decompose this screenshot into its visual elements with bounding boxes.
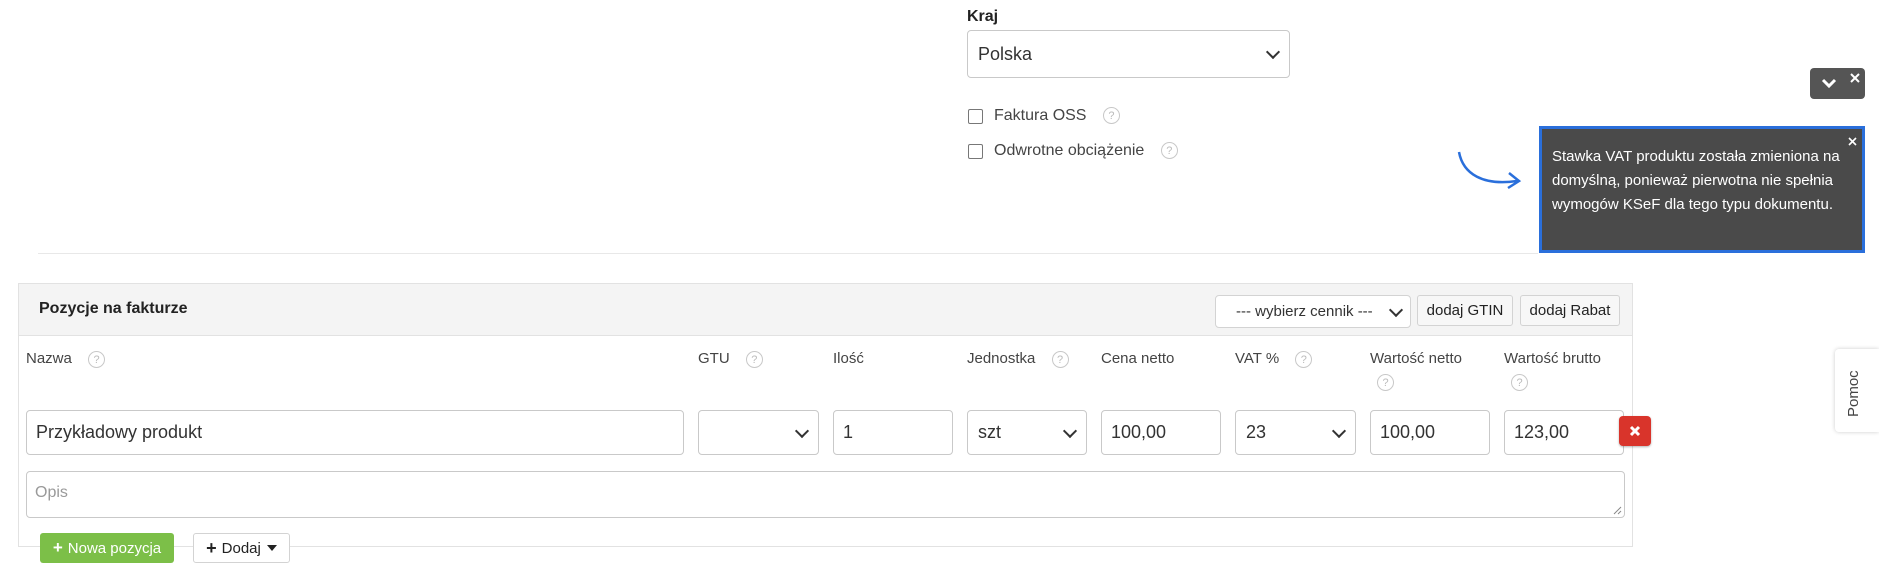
col-unit-header: Jednostka ? bbox=[967, 350, 1069, 368]
question-circle-icon[interactable]: ? bbox=[1051, 350, 1069, 368]
item-unit-select[interactable]: szt bbox=[967, 410, 1087, 455]
country-select-value: Polska bbox=[978, 43, 1033, 64]
remove-icon bbox=[1629, 425, 1641, 437]
help-side-tab[interactable]: Pomoc bbox=[1835, 349, 1879, 432]
vat-change-toast: Stawka VAT produktu została zmieniona na… bbox=[1539, 126, 1865, 253]
chevron-down-icon bbox=[1062, 423, 1078, 438]
reverse-charge-label: Odwrotne obciążenie bbox=[994, 142, 1145, 159]
col-net-value-label: Wartość netto bbox=[1370, 350, 1462, 367]
chevron-down-icon bbox=[794, 423, 810, 438]
delete-item-button[interactable] bbox=[1619, 416, 1651, 446]
resize-handle-icon[interactable] bbox=[1612, 505, 1622, 515]
invoice-items-title: Pozycje na fakturze bbox=[39, 300, 188, 317]
chevron-down-icon bbox=[1388, 302, 1404, 317]
curved-arrow-icon bbox=[1457, 151, 1522, 190]
col-vat-header: VAT % ? bbox=[1235, 350, 1313, 368]
col-gtu-header: GTU ? bbox=[698, 350, 763, 368]
oss-invoice-row: Faktura OSS ? bbox=[994, 107, 1120, 125]
item-gtu-select[interactable] bbox=[698, 410, 819, 455]
question-circle-icon[interactable]: ? bbox=[1102, 107, 1120, 125]
question-circle-icon[interactable]: ? bbox=[745, 350, 763, 368]
col-qty-header: Ilość bbox=[833, 350, 864, 367]
plus-icon: + bbox=[52, 538, 63, 557]
col-net-price-header: Cena netto bbox=[1101, 350, 1175, 367]
item-net-price-input[interactable]: 100,00 bbox=[1101, 410, 1221, 455]
add-gtin-button[interactable]: dodaj GTIN bbox=[1417, 295, 1513, 326]
item-qty-input[interactable]: 1 bbox=[833, 410, 953, 455]
item-gross-value-input[interactable]: 123,00 bbox=[1504, 410, 1624, 455]
item-net-value-input[interactable]: 100,00 bbox=[1370, 410, 1490, 455]
reverse-charge-checkbox[interactable] bbox=[968, 144, 983, 159]
question-circle-icon[interactable]: ? bbox=[1377, 374, 1394, 391]
pricelist-select-value: --- wybierz cennik --- bbox=[1236, 303, 1373, 320]
chevron-down-icon[interactable] bbox=[1821, 77, 1837, 89]
question-circle-icon[interactable]: ? bbox=[88, 350, 106, 368]
new-item-label: Nowa pozycja bbox=[67, 539, 162, 557]
close-icon[interactable] bbox=[1848, 137, 1857, 146]
toast-message: Stawka VAT produktu została zmieniona na… bbox=[1552, 148, 1840, 213]
question-circle-icon[interactable]: ? bbox=[1160, 142, 1178, 160]
col-name-label: Nazwa bbox=[26, 350, 72, 367]
item-description-textarea[interactable]: Opis bbox=[26, 471, 1625, 518]
reverse-charge-row: Odwrotne obciążenie ? bbox=[994, 142, 1178, 160]
caret-down-icon bbox=[266, 545, 277, 551]
col-gross-value-header: Wartość brutto ? bbox=[1504, 350, 1624, 391]
add-menu-button[interactable]: + Dodaj bbox=[193, 533, 290, 563]
close-icon[interactable] bbox=[1850, 73, 1860, 83]
oss-invoice-checkbox[interactable] bbox=[968, 109, 983, 124]
item-vat-value: 23 bbox=[1246, 422, 1267, 442]
oss-invoice-label: Faktura OSS bbox=[994, 107, 1087, 124]
question-circle-icon[interactable]: ? bbox=[1511, 374, 1528, 391]
pricelist-select[interactable]: --- wybierz cennik --- bbox=[1215, 295, 1411, 328]
question-circle-icon[interactable]: ? bbox=[1295, 350, 1313, 368]
new-item-button[interactable]: + Nowa pozycja bbox=[40, 533, 174, 563]
plus-icon: + bbox=[206, 537, 217, 558]
country-select[interactable]: Polska bbox=[967, 30, 1290, 78]
add-menu-label: Dodaj bbox=[221, 539, 261, 557]
section-divider bbox=[38, 253, 1538, 254]
chevron-down-icon bbox=[1265, 44, 1281, 60]
help-tab-label: Pomoc bbox=[1845, 370, 1862, 417]
col-net-value-header: Wartość netto ? bbox=[1370, 350, 1490, 391]
add-discount-button[interactable]: dodaj Rabat bbox=[1520, 295, 1620, 326]
item-name-input[interactable]: Przykładowy produkt bbox=[26, 410, 684, 455]
item-vat-select[interactable]: 23 bbox=[1235, 410, 1356, 455]
col-gross-value-label: Wartość brutto bbox=[1504, 350, 1601, 367]
notification-toggle[interactable] bbox=[1810, 68, 1865, 99]
col-unit-label: Jednostka bbox=[967, 350, 1036, 367]
col-name-header: Nazwa ? bbox=[26, 350, 106, 368]
item-unit-value: szt bbox=[978, 422, 1002, 442]
item-description-placeholder: Opis bbox=[35, 484, 68, 501]
col-gtu-label: GTU bbox=[698, 350, 730, 367]
country-label: Kraj bbox=[967, 8, 999, 25]
col-vat-label: VAT % bbox=[1235, 350, 1280, 367]
chevron-down-icon bbox=[1331, 423, 1347, 438]
